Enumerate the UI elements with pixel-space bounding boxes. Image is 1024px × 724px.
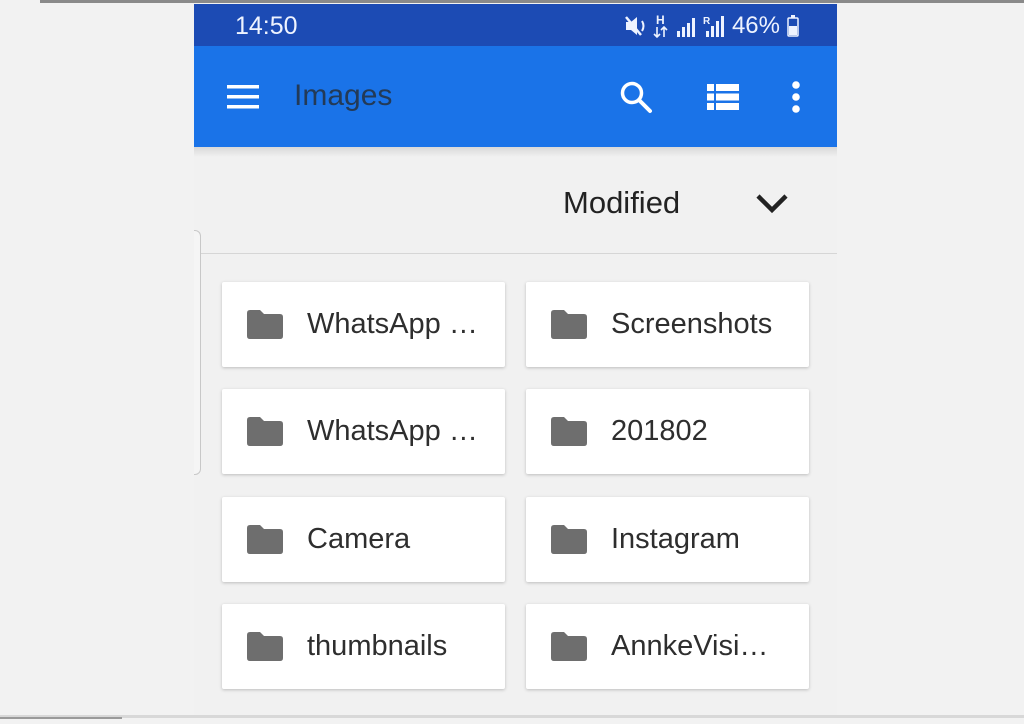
folder-card[interactable]: Instagram xyxy=(526,497,809,582)
toolbar-shadow xyxy=(194,147,837,157)
folder-icon xyxy=(247,525,283,554)
folder-card[interactable]: Camera xyxy=(222,497,505,582)
app-toolbar: Images xyxy=(194,46,837,147)
phone-screen: 14:50 H R 46% Images Modified WhatsApp …… xyxy=(194,4,837,715)
window-top-border xyxy=(40,0,1024,3)
chevron-down-icon[interactable] xyxy=(755,191,789,215)
folder-name: thumbnails xyxy=(307,630,448,662)
folder-name: 201802 xyxy=(611,415,708,447)
folder-icon xyxy=(247,632,283,661)
data-h-icon: H xyxy=(653,13,669,39)
folder-name: WhatsApp … xyxy=(307,415,478,447)
folder-name: Instagram xyxy=(611,523,740,555)
folder-icon xyxy=(551,417,587,446)
sort-label[interactable]: Modified xyxy=(563,185,680,221)
toolbar-title: Images xyxy=(294,79,393,112)
folder-card[interactable]: AnnkeVisi… xyxy=(526,604,809,689)
mute-vibrate-icon xyxy=(624,14,646,38)
folder-icon xyxy=(551,525,587,554)
folder-card[interactable]: Screenshots xyxy=(526,282,809,367)
folder-card[interactable]: 201802 xyxy=(526,389,809,474)
folder-icon xyxy=(551,310,587,339)
window-bottom-border-accent xyxy=(0,717,122,719)
hamburger-menu-icon[interactable] xyxy=(225,84,261,110)
status-time: 14:50 xyxy=(235,12,298,40)
search-icon[interactable] xyxy=(618,79,654,115)
battery-percent: 46% xyxy=(731,12,780,39)
svg-text:H: H xyxy=(656,13,665,27)
window-bottom-border xyxy=(0,715,1024,718)
roaming-signal-icon: R xyxy=(703,14,725,38)
folder-icon xyxy=(247,417,283,446)
list-view-icon[interactable] xyxy=(706,83,740,111)
status-icons: H R 46% xyxy=(624,11,799,41)
side-drawer-handle[interactable] xyxy=(194,230,201,475)
folder-name: Camera xyxy=(307,523,411,555)
folder-icon xyxy=(551,632,587,661)
folder-card[interactable]: WhatsApp … xyxy=(222,282,505,367)
battery-icon xyxy=(787,15,799,37)
folder-card[interactable]: WhatsApp … xyxy=(222,389,505,474)
sort-bar: Modified xyxy=(194,157,837,254)
folder-name: WhatsApp … xyxy=(307,308,478,340)
svg-text:R: R xyxy=(703,16,711,27)
folder-name: AnnkeVisi… xyxy=(611,630,769,662)
folder-icon xyxy=(247,310,283,339)
folder-name: Screenshots xyxy=(611,308,773,340)
status-bar: 14:50 H R 46% xyxy=(194,4,837,46)
more-vert-icon[interactable] xyxy=(790,80,802,114)
signal-icon xyxy=(676,14,696,38)
folder-card[interactable]: thumbnails xyxy=(222,604,505,689)
